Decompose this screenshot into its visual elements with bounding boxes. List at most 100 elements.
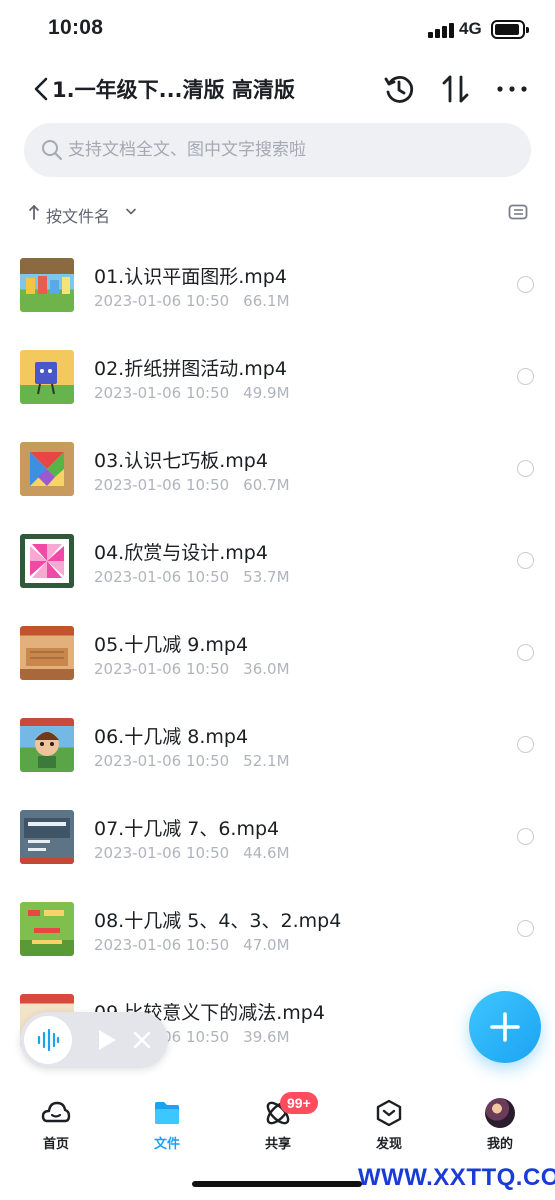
select-radio[interactable] (517, 736, 534, 753)
file-date: 2023-01-06 10:50 (94, 844, 230, 862)
list-item[interactable]: 07.十几减 7、6.mp4 2023-01-06 10:50 44.6M (0, 792, 555, 884)
file-name: 03.认识七巧板.mp4 (94, 450, 268, 472)
add-button[interactable] (469, 991, 541, 1063)
file-name: 05.十几减 9.mp4 (94, 634, 249, 656)
file-name: 01.认识平面图形.mp4 (94, 266, 287, 288)
sort-row: 按文件名 (24, 196, 531, 230)
home-tab-icon (41, 1101, 71, 1123)
tab-discover[interactable]: 发现 (349, 1090, 429, 1160)
file-meta: 2023-01-06 10:50 44.6M (94, 844, 290, 862)
watermark: WWW.XXTTQ.COM (358, 1164, 555, 1191)
file-size: 52.1M (243, 752, 290, 770)
select-radio[interactable] (517, 552, 534, 569)
list-item[interactable]: 04.欣赏与设计.mp4 2023-01-06 10:50 53.7M (0, 516, 555, 608)
select-radio[interactable] (517, 368, 534, 385)
file-date: 2023-01-06 10:50 (94, 752, 230, 770)
select-radio[interactable] (517, 460, 534, 477)
nav-bar: 1.一年级下...清版 高清版 (0, 62, 555, 118)
video-thumbnail (20, 810, 74, 864)
file-name: 07.十几减 7、6.mp4 (94, 818, 280, 840)
video-thumbnail (20, 442, 74, 496)
notification-badge: 99+ (280, 1092, 318, 1114)
file-list: 01.认识平面图形.mp4 2023-01-06 10:50 66.1M 02.折… (0, 240, 555, 1080)
close-icon[interactable] (133, 1031, 151, 1049)
tab-label: 发现 (375, 1137, 402, 1152)
file-date: 2023-01-06 10:50 (94, 384, 230, 402)
discover-tab-icon (376, 1099, 402, 1127)
list-item[interactable]: 05.十几减 9.mp4 2023-01-06 10:50 36.0M (0, 608, 555, 700)
page-title: 1.一年级下...清版 高清版 (52, 78, 295, 102)
list-item[interactable]: 01.认识平面图形.mp4 2023-01-06 10:50 66.1M (0, 240, 555, 332)
tab-profile[interactable]: 我的 (460, 1090, 540, 1160)
search-input[interactable] (68, 123, 508, 177)
tab-share[interactable]: 99+ 共享 (238, 1090, 318, 1160)
home-indicator (192, 1181, 362, 1187)
voice-icon (37, 1028, 60, 1052)
tab-label: 共享 (264, 1137, 291, 1152)
file-date: 2023-01-06 10:50 (94, 292, 230, 310)
history-icon[interactable] (382, 72, 416, 106)
battery-icon (491, 20, 529, 39)
back-icon[interactable] (30, 75, 54, 103)
select-radio[interactable] (517, 828, 534, 845)
file-size: 39.6M (243, 1028, 290, 1046)
play-icon[interactable] (97, 1029, 117, 1051)
video-thumbnail (20, 718, 74, 772)
video-thumbnail (20, 534, 74, 588)
file-size: 60.7M (243, 476, 290, 494)
list-item[interactable]: 03.认识七巧板.mp4 2023-01-06 10:50 60.7M (0, 424, 555, 516)
list-item[interactable]: 02.折纸拼图活动.mp4 2023-01-06 10:50 49.9M (0, 332, 555, 424)
file-meta: 2023-01-06 10:50 47.0M (94, 936, 290, 954)
file-size: 47.0M (243, 936, 290, 954)
video-thumbnail (20, 350, 74, 404)
file-meta: 2023-01-06 10:50 52.1M (94, 752, 290, 770)
file-date: 2023-01-06 10:50 (94, 476, 230, 494)
video-thumbnail (20, 258, 74, 312)
chevron-down-icon[interactable] (126, 208, 136, 216)
file-size: 49.9M (243, 384, 290, 402)
status-time: 10:08 (48, 16, 104, 39)
search-icon (42, 140, 62, 160)
tab-files[interactable]: 文件 (127, 1090, 207, 1160)
tab-home[interactable]: 首页 (16, 1090, 96, 1160)
select-radio[interactable] (517, 276, 534, 293)
select-radio[interactable] (517, 644, 534, 661)
network-type: 4G (459, 19, 482, 38)
file-meta: 2023-01-06 10:50 66.1M (94, 292, 290, 310)
file-name: 02.折纸拼图活动.mp4 (94, 358, 287, 380)
file-tab-icon (155, 1102, 179, 1124)
file-size: 66.1M (243, 292, 290, 310)
file-date: 2023-01-06 10:50 (94, 568, 230, 586)
search-bar[interactable] (24, 123, 531, 177)
signal-icon (428, 22, 454, 38)
file-meta: 2023-01-06 10:50 60.7M (94, 476, 290, 494)
file-meta: 2023-01-06 10:50 53.7M (94, 568, 290, 586)
file-size: 36.0M (243, 660, 290, 678)
sort-direction-icon[interactable] (28, 203, 40, 221)
floating-player[interactable] (20, 1012, 168, 1068)
file-size: 53.7M (243, 568, 290, 586)
file-name: 04.欣赏与设计.mp4 (94, 542, 268, 564)
file-date: 2023-01-06 10:50 (94, 660, 230, 678)
file-name: 06.十几减 8.mp4 (94, 726, 249, 748)
sort-icon[interactable] (439, 72, 473, 106)
list-item[interactable]: 08.十几减 5、4、3、2.mp4 2023-01-06 10:50 47.0M (0, 884, 555, 976)
video-thumbnail (20, 902, 74, 956)
add-icon (490, 1012, 520, 1042)
file-date: 2023-01-06 10:50 (94, 936, 230, 954)
status-bar: 10:08 4G (0, 0, 555, 60)
select-radio[interactable] (517, 920, 534, 937)
avatar (485, 1098, 515, 1128)
list-item[interactable]: 06.十几减 8.mp4 2023-01-06 10:50 52.1M (0, 700, 555, 792)
file-name: 08.十几减 5、4、3、2.mp4 (94, 910, 342, 932)
more-icon[interactable] (495, 72, 529, 106)
view-toggle-icon[interactable] (508, 203, 528, 221)
file-meta: 2023-01-06 10:50 36.0M (94, 660, 290, 678)
video-thumbnail (20, 626, 74, 680)
voice-button[interactable] (24, 1016, 72, 1064)
tab-label: 首页 (42, 1137, 69, 1152)
tab-label: 文件 (153, 1137, 180, 1152)
tab-bar: 首页 文件 99+ 共享 发现 我的 (0, 1090, 555, 1160)
file-size: 44.6M (243, 844, 290, 862)
sort-label[interactable]: 按文件名 (46, 203, 110, 227)
